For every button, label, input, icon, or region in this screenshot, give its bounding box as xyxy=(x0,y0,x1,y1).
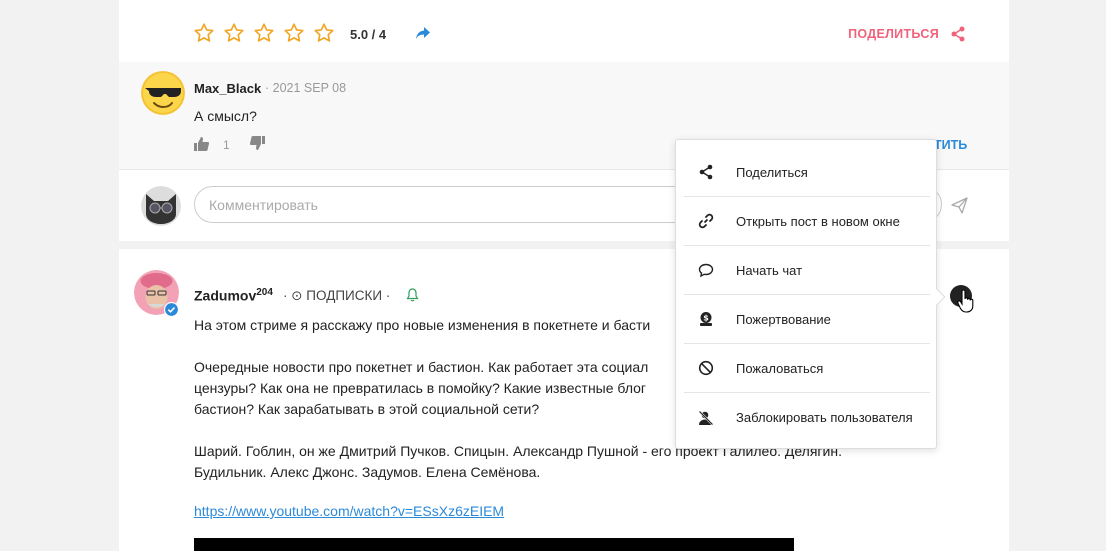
post-author[interactable]: Zadumov204 xyxy=(194,287,273,304)
comment-text: А смысл? xyxy=(194,108,257,124)
video-embed[interactable] xyxy=(194,538,794,551)
post-actions-bar: 5.0 / 4 ПОДЕЛИТЬСЯ xyxy=(119,0,1009,62)
star-icon[interactable] xyxy=(223,22,245,44)
my-avatar[interactable] xyxy=(141,186,181,226)
menu-item-label: Заблокировать пользователя xyxy=(736,410,913,425)
comment-author[interactable]: Max_Black xyxy=(194,81,261,96)
post-text-line: цензуры? Как она не превратилась в помой… xyxy=(194,380,647,396)
chat-icon xyxy=(698,263,714,278)
svg-text:$: $ xyxy=(703,313,709,322)
hand-cursor-icon xyxy=(957,289,974,313)
post-text-line: Очередные новости про покетнет и бастион… xyxy=(194,359,649,375)
rating-value: 5.0 / 4 xyxy=(350,27,387,42)
thumbs-down-icon[interactable] xyxy=(250,136,265,150)
menu-item-block-user[interactable]: Заблокировать пользователя xyxy=(684,393,930,442)
menu-item-label: Пожертвование xyxy=(736,311,831,327)
menu-item-label: Пожаловаться xyxy=(736,360,824,376)
star-icon[interactable] xyxy=(283,22,305,44)
share-icon xyxy=(699,164,713,180)
subscriptions-label[interactable]: · ⊙ ПОДПИСКИ · xyxy=(283,288,390,304)
menu-item-report[interactable]: Пожаловаться xyxy=(684,344,930,393)
like-count: 1 xyxy=(223,138,230,152)
post-context-menu: Поделиться Открыть пост в новом окне Нач… xyxy=(675,139,946,449)
comment-date: · 2021 SEP 08 xyxy=(265,81,347,95)
menu-item-start-chat[interactable]: Начать чат xyxy=(684,246,930,295)
donate-icon: $ xyxy=(700,312,712,326)
menu-item-donate[interactable]: $ Пожертвование xyxy=(684,295,930,344)
menu-item-label: Открыть пост в новом окне xyxy=(736,213,900,229)
star-icon[interactable] xyxy=(193,22,215,44)
menu-item-open-new-window[interactable]: Открыть пост в новом окне xyxy=(684,197,930,246)
repost-arrow-icon[interactable] xyxy=(415,25,431,41)
menu-item-label: Поделиться xyxy=(736,164,808,180)
post-text-line: На этом стриме я расскажу про новые изме… xyxy=(194,317,651,333)
reply-button[interactable]: ТИТЬ xyxy=(934,138,967,152)
star-rating[interactable] xyxy=(193,22,335,44)
block-user-icon xyxy=(698,410,714,425)
bell-icon[interactable] xyxy=(406,288,419,302)
send-icon[interactable] xyxy=(951,197,968,214)
star-icon[interactable] xyxy=(313,22,335,44)
link-icon xyxy=(698,213,714,229)
star-icon[interactable] xyxy=(253,22,275,44)
share-button[interactable]: ПОДЕЛИТЬСЯ xyxy=(848,27,939,41)
share-icon[interactable] xyxy=(951,26,965,42)
avatar[interactable] xyxy=(141,71,185,115)
thumbs-up-icon[interactable] xyxy=(194,137,209,151)
post-text-line: Будильник. Алекс Джонс. Задумов. Елена С… xyxy=(194,464,541,480)
youtube-link[interactable]: https://www.youtube.com/watch?v=ESsXz6zE… xyxy=(194,503,504,519)
verified-badge-icon xyxy=(164,302,179,317)
menu-item-label: Начать чат xyxy=(736,262,803,278)
post-text-line: бастион? Как зарабатывать в этой социаль… xyxy=(194,401,540,417)
menu-item-share[interactable]: Поделиться xyxy=(684,148,930,197)
block-icon xyxy=(698,360,714,376)
